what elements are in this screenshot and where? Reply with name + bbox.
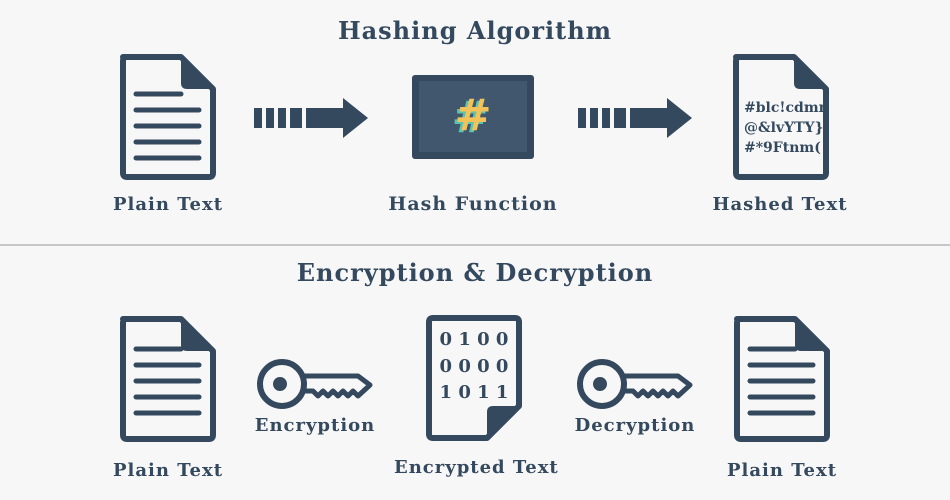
hash-function-label: Hash Function: [388, 193, 558, 215]
plain-text-document-icon: [734, 316, 830, 442]
encryption-label: Encryption: [254, 415, 376, 436]
hashed-text-line: #blc!cdmn: [744, 100, 824, 116]
hashed-text-content: #blc!cdmn @&lvYTY} #*9Ftnm(: [744, 98, 824, 160]
encrypted-binary-content: 0 1 0 0 0 0 0 0 1 0 1 1: [432, 327, 516, 407]
hashed-text-line: @&lvYTY}: [744, 120, 824, 136]
plain-text-label: Plain Text: [726, 460, 838, 481]
hashed-text-label: Hashed Text: [712, 194, 848, 215]
hashed-text-line: #*9Ftnm(: [744, 140, 821, 156]
binary-line: 0 1 0 0: [439, 329, 509, 350]
arrow-right-icon: [578, 98, 692, 138]
encrypted-text-label: Encrypted Text: [394, 457, 559, 478]
arrow-right-icon: [254, 98, 368, 138]
binary-line: 1 0 1 1: [439, 382, 509, 403]
diagram-canvas: [120, 54, 830, 442]
hash-symbol-icon: #: [454, 90, 492, 141]
binary-line: 0 0 0 0: [439, 355, 509, 377]
encryption-key-icon: [257, 359, 373, 409]
decryption-label: Decryption: [574, 415, 696, 436]
plain-text-label: Plain Text: [112, 460, 224, 481]
plain-text-document-icon: [120, 54, 216, 180]
plain-text-label: Plain Text: [112, 194, 224, 215]
plain-text-document-icon: [120, 316, 216, 442]
decryption-key-icon: [577, 359, 693, 409]
